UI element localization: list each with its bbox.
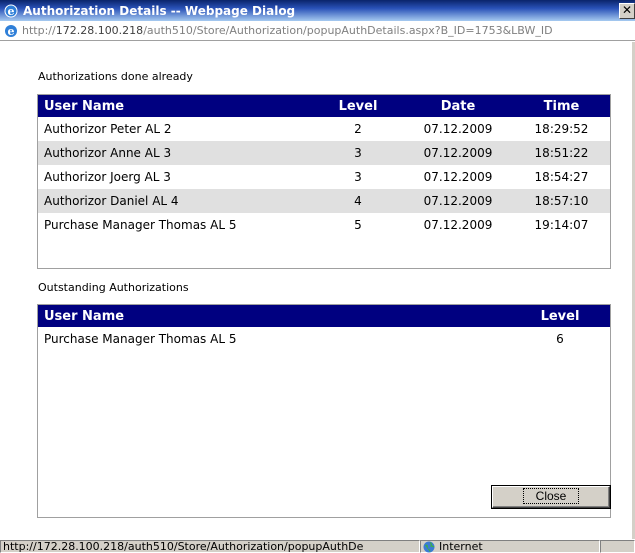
table-header-row: User Name Level Date Time (38, 95, 610, 117)
cell-time: 18:51:22 (513, 141, 610, 165)
status-grip (600, 540, 635, 553)
col-header-user-name[interactable]: User Name (38, 305, 510, 327)
cell-date: 07.12.2009 (403, 189, 513, 213)
done-section-label: Authorizations done already (38, 70, 193, 83)
done-panel: User Name Level Date Time Authorizor Pet… (37, 94, 611, 269)
table-row: Authorizor Daniel AL 4 4 07.12.2009 18:5… (38, 189, 610, 213)
cell-user: Authorizor Anne AL 3 (38, 141, 313, 165)
svg-text:e: e (8, 25, 15, 38)
cell-level: 2 (354, 122, 362, 136)
cell-time: 18:57:10 (513, 189, 610, 213)
cell-user: Authorizor Peter AL 2 (44, 122, 172, 136)
outstanding-section-label: Outstanding Authorizations (38, 281, 189, 294)
table-row: Purchase Manager Thomas AL 5 6 (38, 327, 610, 351)
cell-user: Purchase Manager Thomas AL 5 (44, 332, 237, 346)
close-window-button[interactable]: ✕ (619, 3, 635, 19)
col-header-level[interactable]: Level (313, 95, 403, 117)
table-row: Authorizor Anne AL 3 3 07.12.2009 18:51:… (38, 141, 610, 165)
table-header-row: User Name Level (38, 305, 610, 327)
col-header-level[interactable]: Level (510, 305, 610, 327)
ie-icon: e (4, 24, 18, 38)
cell-user: Authorizor Daniel AL 4 (38, 189, 313, 213)
close-icon: ✕ (621, 3, 633, 17)
table-row: Purchase Manager Thomas AL 5 5 07.12.200… (38, 213, 610, 237)
cell-level: 5 (354, 218, 362, 232)
cell-user: Purchase Manager Thomas AL 5 (44, 218, 237, 232)
dialog-titlebar: e Authorization Details -- Webpage Dialo… (0, 0, 635, 21)
url-host: 172.28.100.218 (55, 24, 144, 37)
cell-level: 3 (354, 170, 362, 184)
url-scheme: http:// (22, 24, 56, 37)
url-path: /auth510/Store/Authorization/popupAuthDe… (143, 24, 553, 37)
table-row: Authorizor Peter AL 2 2 07.12.2009 18:29… (38, 117, 610, 141)
close-button[interactable]: Close (492, 486, 610, 508)
dialog-content: Authorizations done already User Name Le… (0, 42, 632, 539)
table-row: Authorizor Joerg AL 3 3 07.12.2009 18:54… (38, 165, 610, 189)
cell-time: 19:14:07 (534, 218, 589, 232)
col-header-user-name[interactable]: User Name (38, 95, 313, 117)
zone-label: Internet (439, 539, 483, 553)
cell-time: 18:54:27 (534, 170, 589, 184)
cell-date: 07.12.2009 (423, 218, 493, 232)
address-bar: e http://172.28.100.218/auth510/Store/Au… (0, 21, 635, 41)
cell-date: 07.12.2009 (403, 141, 513, 165)
cell-level: 4 (313, 189, 403, 213)
col-header-date[interactable]: Date (403, 95, 513, 117)
cell-date: 07.12.2009 (423, 170, 493, 184)
svg-text:e: e (8, 5, 15, 18)
globe-icon (423, 541, 435, 553)
outstanding-table: User Name Level Purchase Manager Thomas … (38, 305, 610, 351)
ie-icon: e (3, 3, 19, 19)
cell-time: 18:29:52 (534, 122, 589, 136)
cell-level: 6 (556, 332, 564, 346)
cell-date: 07.12.2009 (423, 122, 493, 136)
status-url: http://172.28.100.218/auth510/Store/Auth… (0, 540, 420, 553)
close-button-label: Close (522, 488, 580, 504)
cell-user: Authorizor Joerg AL 3 (44, 170, 171, 184)
col-header-time[interactable]: Time (513, 95, 610, 117)
done-table: User Name Level Date Time Authorizor Pet… (38, 95, 610, 237)
security-zone: Internet (420, 540, 600, 553)
status-bar: http://172.28.100.218/auth510/Store/Auth… (0, 539, 635, 553)
cell-level: 3 (313, 141, 403, 165)
dialog-title: Authorization Details -- Webpage Dialog (23, 3, 296, 18)
